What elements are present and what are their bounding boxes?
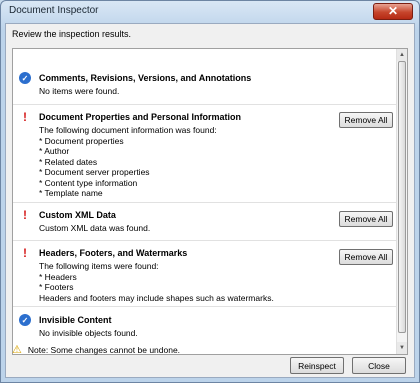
scroll-down-icon[interactable]: ▼ (397, 342, 407, 354)
scroll-thumb[interactable] (398, 61, 406, 333)
section-headers-footers: ! Headers, Footers, and Watermarks The f… (13, 241, 398, 307)
section-description: Custom XML data was found. (39, 223, 151, 233)
vertical-scrollbar[interactable]: ▲ ▼ (396, 49, 407, 354)
section-title: Headers, Footers, and Watermarks (39, 248, 188, 258)
section-title: Custom XML Data (39, 210, 116, 220)
scroll-up-icon[interactable]: ▲ (397, 49, 407, 61)
section-description: No invisible objects found. (39, 328, 138, 338)
section-title: Document Properties and Personal Informa… (39, 112, 242, 122)
footer-note: ⚠ Note: Some changes cannot be undone. (12, 343, 180, 356)
section-description: No items were found. (39, 86, 120, 96)
section-title: Comments, Revisions, Versions, and Annot… (39, 73, 252, 83)
window-close-icon[interactable]: ✕ (373, 3, 413, 20)
check-icon: ✓ (19, 72, 31, 84)
warning-icon: ! (23, 208, 27, 222)
section-comments: ✓ Comments, Revisions, Versions, and Ann… (13, 49, 398, 105)
document-inspector-window: Document Inspector ✕ Review the inspecti… (0, 0, 420, 383)
remove-all-button[interactable]: Remove All (339, 249, 393, 265)
warning-icon: ! (23, 246, 27, 260)
remove-all-button[interactable]: Remove All (339, 112, 393, 128)
remove-all-button[interactable]: Remove All (339, 211, 393, 227)
check-icon: ✓ (19, 314, 31, 326)
section-custom-xml: ! Custom XML Data Custom XML data was fo… (13, 203, 398, 241)
warning-triangle-icon: ⚠ (12, 344, 22, 356)
section-description: The following items were found: * Header… (39, 261, 274, 303)
close-button[interactable]: Close (352, 357, 406, 374)
warning-icon: ! (23, 110, 27, 124)
instructions-text: Review the inspection results. (12, 29, 132, 39)
inspection-results-list: ✓ Comments, Revisions, Versions, and Ann… (12, 48, 408, 355)
reinspect-button[interactable]: Reinspect (290, 357, 344, 374)
section-description: The following document information was f… (39, 125, 217, 198)
section-invisible-content: ✓ Invisible Content No invisible objects… (13, 307, 398, 347)
section-title: Invisible Content (39, 315, 112, 325)
section-document-properties: ! Document Properties and Personal Infor… (13, 105, 398, 203)
footer-note-text: Note: Some changes cannot be undone. (27, 344, 181, 355)
dialog-client-area: Review the inspection results. ✓ Comment… (5, 23, 415, 378)
window-title: Document Inspector (9, 5, 99, 16)
title-bar[interactable]: Document Inspector ✕ (1, 1, 419, 23)
